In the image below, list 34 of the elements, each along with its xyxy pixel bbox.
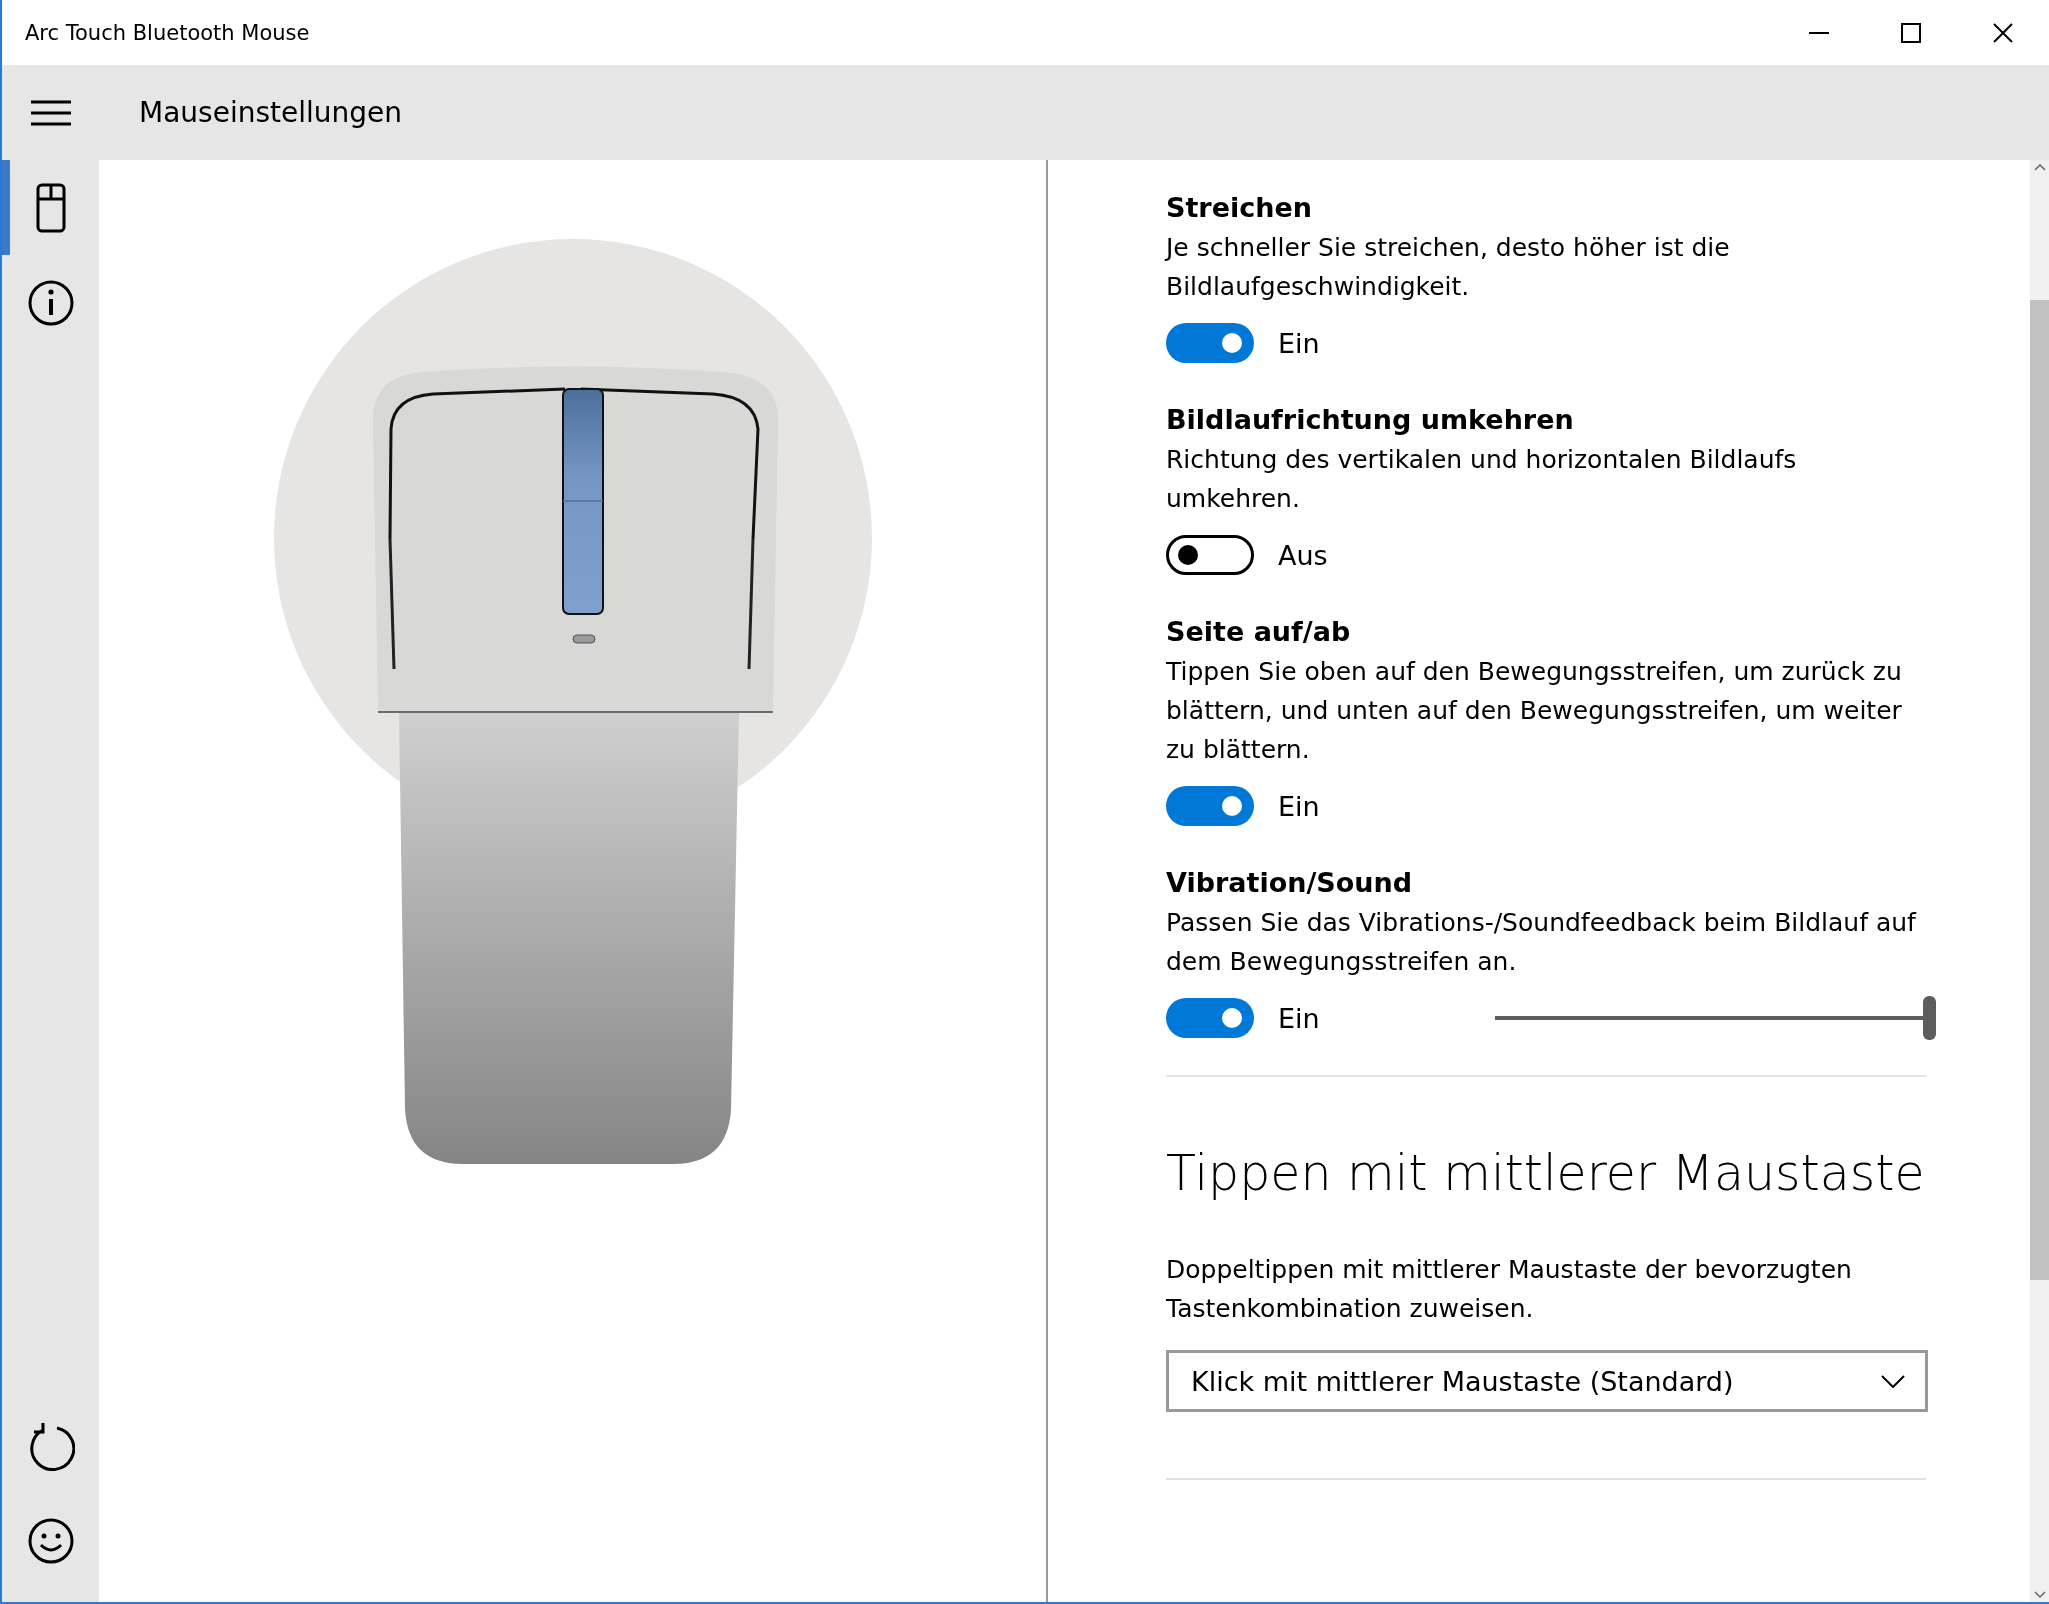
scrollbar-thumb[interactable] [2030, 300, 2049, 1280]
mouse-icon [35, 182, 66, 233]
info-icon [26, 278, 75, 327]
toggle-state-label: Ein [1278, 1002, 1320, 1034]
maximize-icon [1901, 22, 1921, 43]
toggle-state-label: Ein [1278, 790, 1320, 822]
section-description: Doppeltippen mit mittlerer Maustaste der bevorzugten Tastenkombination zuweisen. [1166, 1254, 1853, 1325]
section-heading: Tippen mit mittlerer Maustaste [1166, 1145, 1926, 1202]
setting-description: Passen Sie das Vibrations-/Soundfeedback beim Bildlauf auf dem Bewegungsstreifen an. [1166, 907, 1918, 978]
close-icon [1993, 22, 2013, 43]
setting-title: Bildlaufrichtung umkehren [1166, 403, 1575, 437]
window-title: Arc Touch Bluetooth Mouse [24, 20, 311, 45]
scrollbar[interactable] [2030, 160, 2049, 1602]
setting-description: Tippen Sie oben auf den Bewegungsstreifen, um zurück zu blättern, und unten auf den Bewegungsstreifen, um weiter zu blättern. [1166, 656, 1903, 766]
chevron-down-icon [1881, 1374, 1905, 1388]
toggle-state-label: Ein [1278, 327, 1320, 359]
setting-title: Streichen [1166, 191, 1313, 225]
minimize-icon [1809, 31, 1829, 34]
setting-description: Je schneller Sie streichen, desto höher ist die Bildlaufgeschwindigkeit. [1166, 232, 1731, 303]
toggle-switch[interactable] [1166, 323, 1254, 363]
chevron-down-icon [2033, 1591, 2046, 1598]
toggle-switch[interactable] [1166, 998, 1254, 1038]
setting-description: Richtung des vertikalen und horizontalen Bildlaufs umkehren. [1166, 444, 1798, 515]
setting-title: Vibration/Sound [1166, 866, 1414, 900]
toggle-state-label: Aus [1278, 539, 1328, 571]
toggle-switch[interactable] [1166, 786, 1254, 826]
toggle-switch[interactable] [1166, 535, 1254, 575]
page-title: Mauseinstellungen [139, 96, 402, 129]
smiley-icon [26, 1516, 75, 1565]
slider-thumb[interactable] [1923, 996, 1936, 1040]
menu-icon [30, 99, 71, 126]
setting-title: Seite auf/ab [1166, 615, 1352, 649]
chevron-up-icon [2033, 164, 2046, 171]
shortcut-dropdown[interactable]: Klick mit mittlerer Maustaste (Standard) [1166, 1350, 1928, 1412]
